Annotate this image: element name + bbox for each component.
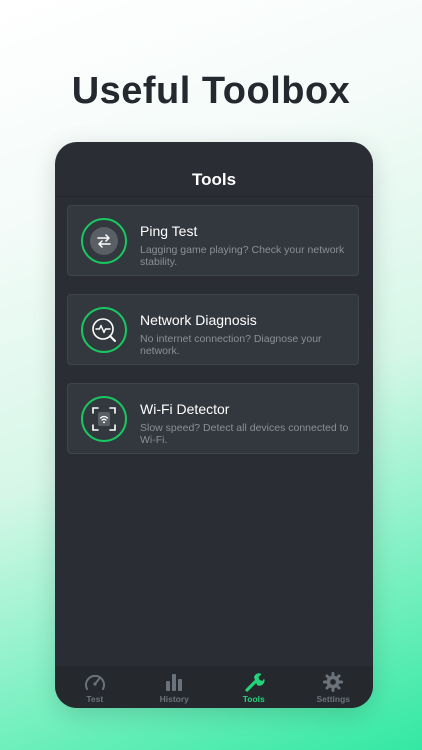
tab-label: Test xyxy=(86,694,104,704)
tool-card-wifi-detector[interactable]: Wi-Fi Detector Slow speed? Detect all de… xyxy=(67,383,359,454)
tool-description: No internet connection? Diagnose your ne… xyxy=(140,333,322,357)
tool-description: Lagging game playing? Check your network… xyxy=(140,244,345,268)
tool-title: Wi-Fi Detector xyxy=(140,401,230,417)
nav-divider xyxy=(55,196,373,197)
tool-title: Ping Test xyxy=(140,223,198,239)
speedometer-icon xyxy=(84,674,105,690)
diagnosis-icon-ring xyxy=(81,307,127,353)
wifi-icon-ring xyxy=(81,396,127,442)
tab-tools[interactable]: Tools xyxy=(214,666,294,708)
tool-title: Network Diagnosis xyxy=(140,312,257,328)
tool-card-ping-test[interactable]: Ping Test Lagging game playing? Check yo… xyxy=(67,205,359,276)
ping-arrows-icon xyxy=(97,234,111,248)
phone-screen: Tools Ping Test Lagging game playing? Ch… xyxy=(55,142,373,708)
page-title: Tools xyxy=(191,170,237,189)
ping-icon-ring xyxy=(81,218,127,264)
headline: Useful Toolbox xyxy=(71,70,351,112)
tab-label: Tools xyxy=(242,694,265,704)
tab-settings[interactable]: Settings xyxy=(294,666,374,708)
tab-bar: Test History Tools Settings xyxy=(55,666,373,708)
tab-label: History xyxy=(159,694,189,704)
bar-chart-icon xyxy=(166,674,183,691)
tab-label: Settings xyxy=(316,694,351,704)
tool-card-network-diagnosis[interactable]: Network Diagnosis No internet connection… xyxy=(67,294,359,365)
wifi-scan-icon xyxy=(92,407,116,431)
diagnosis-pulse-icon xyxy=(92,318,116,342)
wrench-icon xyxy=(245,673,265,692)
tool-description: Slow speed? Detect all devices connected… xyxy=(140,422,349,446)
tab-history[interactable]: History xyxy=(135,666,215,708)
gear-icon xyxy=(323,672,344,692)
tab-test[interactable]: Test xyxy=(55,666,135,708)
